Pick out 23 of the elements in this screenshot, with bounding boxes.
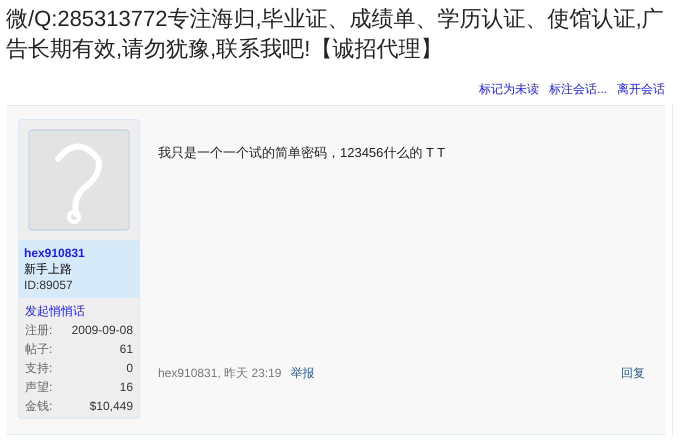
stat-value: 0: [126, 360, 133, 377]
stat-label: 支持:: [25, 360, 52, 377]
avatar-placeholder-icon: [28, 129, 130, 231]
user-rank: 新手上路: [24, 261, 73, 277]
stat-value: $10,449: [90, 398, 133, 415]
action-link[interactable]: 标记为未读: [478, 80, 539, 98]
user-id: ID:89057: [24, 277, 74, 293]
stat-value: 2009-09-08: [72, 322, 133, 339]
reply-link[interactable]: 回复: [621, 364, 645, 382]
stat-value: 61: [120, 341, 133, 358]
stat-label: 帖子:: [25, 341, 52, 358]
private-message-link[interactable]: 发起悄悄话: [25, 302, 133, 321]
stat-label: 声望:: [25, 379, 52, 396]
message-text: 我只是一个一个试的简单密码，123456什么的 T T: [158, 144, 446, 162]
action-link[interactable]: 标注会话...: [548, 80, 607, 98]
report-link[interactable]: 举报: [290, 364, 314, 382]
stat-value: 16: [120, 379, 133, 396]
username-link[interactable]: hex910831: [24, 245, 134, 261]
stat-label: 金钱:: [25, 398, 52, 415]
post-meta: hex910831, 昨天 23:19: [158, 365, 282, 382]
stat-label: 注册:: [25, 322, 52, 339]
action-link[interactable]: 离开会话: [617, 80, 665, 98]
thread-title: 微/Q:285313772专注海归,毕业证、成绩单、学历认证、使馆认证,广告长期有效,请勿犹豫,联系我吧!【诚招代理】: [5, 5, 665, 63]
